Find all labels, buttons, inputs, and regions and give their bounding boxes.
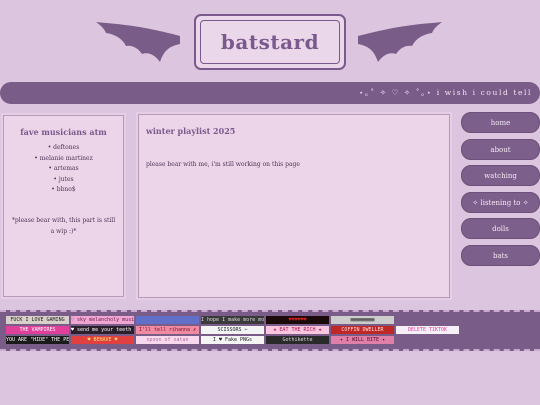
blinkie-badge: ♡ sky melancholy music <box>71 316 134 324</box>
blinkie-badge: Gothikette <box>266 336 329 344</box>
nav-watching-button[interactable]: watching <box>461 165 540 186</box>
sidebar-nav: home about watching ✧ listening to ✧ dol… <box>461 112 540 271</box>
header: batstard <box>0 0 540 80</box>
blinkie-badge: ♥ send me your teeth ♥ <box>71 326 134 334</box>
blinkie-badge: ✚ EAT THE RICH ✚ <box>266 326 329 334</box>
blinkie-badge: YOU ARE "HIDE" THE PERSON <box>6 336 69 344</box>
list-item: • melanie martinez <box>34 154 93 162</box>
blinkie-badge: I hope I make more money than you <box>201 316 264 324</box>
bat-wing-right-icon <box>358 22 442 62</box>
blinkie-badge: FUCK I LOVE GAMING <box>6 316 69 324</box>
nav-bats-button[interactable]: bats <box>461 244 540 266</box>
site-title: batstard <box>220 30 320 54</box>
blinkie-badge <box>136 316 199 324</box>
marquee-text: ⋆｡˚ ✧ ♡ ✧ ˚｡⋆ i wish i could tell <box>358 88 532 97</box>
blinkie-badge: ♥ BEHAVE ♥ <box>71 336 134 344</box>
blinkie-badge: ▦▦▦▦▦▦▦▦ <box>331 316 394 324</box>
blinkie-badge: spoon of satan <box>136 336 199 344</box>
blinkie-badge: THE VAMPIRES <box>6 326 69 334</box>
bat-wing-left-icon <box>96 22 180 62</box>
page-title: winter playlist 2025 <box>146 126 236 136</box>
blinkie-badge: I ♥ Fake PNGs <box>201 336 264 344</box>
musician-list: • deftones • melanie martinez • artemas … <box>4 143 123 196</box>
main-content-panel: winter playlist 2025 please bear with me… <box>138 114 450 298</box>
blinkie-badge: COFFIN DWELLER <box>331 326 394 334</box>
list-item: • artemas <box>48 165 79 173</box>
blinkie-badge: I'll tell rihanna ✗ <box>136 326 199 334</box>
nav-home-button[interactable]: home <box>461 112 540 133</box>
blinkie-badge: ♥♥♥♥♥♥ <box>266 316 329 324</box>
fave-musicians-panel: fave musicians atm • deftones • melanie … <box>3 115 124 297</box>
blinkie-footer: FUCK I LOVE GAMING ♡ sky melancholy music… <box>0 310 540 351</box>
blinkie-badge: SCISSORS ✂ <box>201 326 264 334</box>
nav-about-button[interactable]: about <box>461 138 540 160</box>
nav-dolls-button[interactable]: dolls <box>461 218 540 239</box>
marquee-bar: ⋆｡˚ ✧ ♡ ✧ ˚｡⋆ i wish i could tell <box>0 82 540 104</box>
list-item: • jutes <box>53 175 74 183</box>
list-item: • deftones <box>47 144 80 151</box>
fave-musicians-title: fave musicians atm <box>20 127 107 137</box>
wip-note: *please bear with, this part is still a … <box>11 216 116 235</box>
blinkie-badge: DELETE TIKTOK <box>396 326 459 334</box>
nav-listening-to-button[interactable]: ✧ listening to ✧ <box>461 191 540 213</box>
page-body-text: please bear with me, i'm still working o… <box>146 161 300 168</box>
blinkie-badge: ✦ I WILL BITE ✦ <box>331 336 394 344</box>
list-item: • bbno$ <box>51 186 76 194</box>
site-title-box[interactable]: batstard <box>194 14 346 70</box>
